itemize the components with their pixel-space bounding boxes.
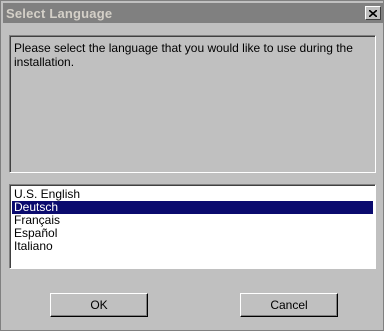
dialog-window: Select Language Please select the langua…	[0, 0, 384, 331]
language-item-deutsch[interactable]: Deutsch	[12, 201, 373, 214]
ok-button[interactable]: OK	[50, 293, 148, 317]
language-item-espanol[interactable]: Español	[12, 227, 373, 240]
instruction-text: Please select the language that you woul…	[14, 41, 353, 69]
close-button[interactable]	[365, 6, 381, 20]
language-listbox[interactable]: U.S. English Deutsch Français Español It…	[9, 184, 376, 269]
close-icon	[369, 9, 377, 17]
language-item-francais[interactable]: Français	[12, 214, 373, 227]
message-panel: Please select the language that you woul…	[9, 35, 376, 173]
language-item-italiano[interactable]: Italiano	[12, 240, 373, 253]
cancel-button[interactable]: Cancel	[240, 293, 338, 317]
language-item-us-english[interactable]: U.S. English	[12, 188, 373, 201]
title-bar[interactable]: Select Language	[3, 3, 383, 23]
window-title: Select Language	[6, 5, 113, 21]
